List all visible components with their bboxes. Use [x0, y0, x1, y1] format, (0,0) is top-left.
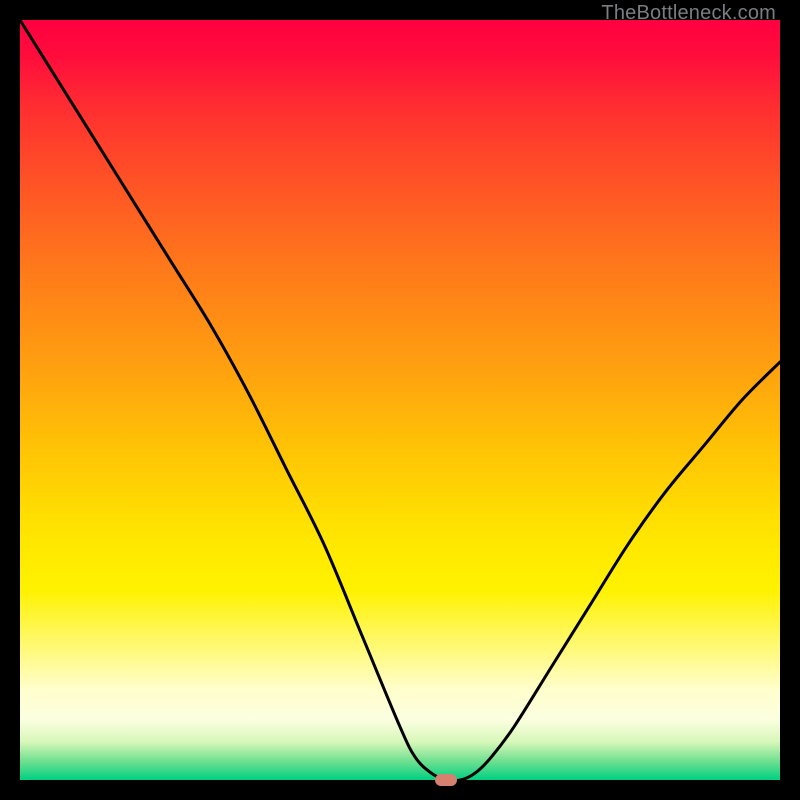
- plot-area: [20, 20, 780, 780]
- optimal-marker: [435, 774, 457, 786]
- watermark-label: TheBottleneck.com: [601, 2, 776, 25]
- chart-frame: TheBottleneck.com: [0, 0, 800, 800]
- bottleneck-curve: [20, 20, 780, 780]
